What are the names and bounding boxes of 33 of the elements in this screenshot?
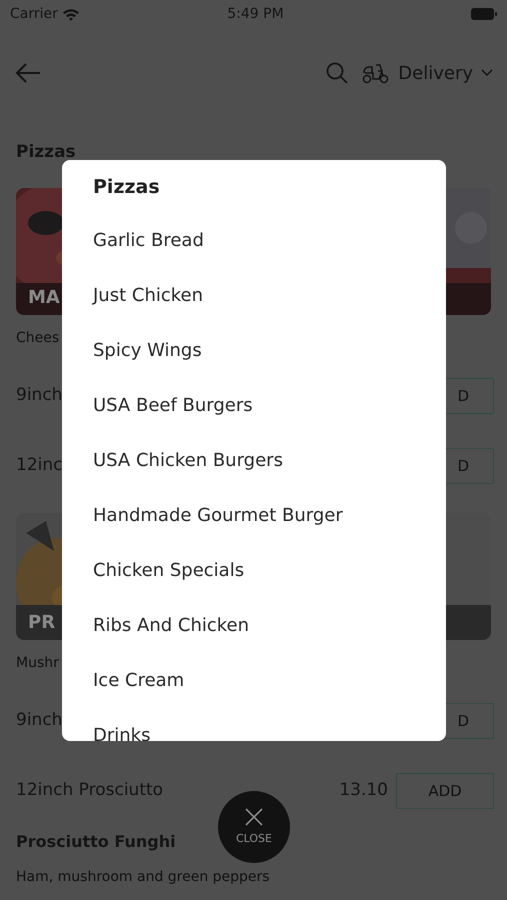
item-description: Ham, mushroom and green peppers <box>16 868 270 887</box>
category-item[interactable]: Ribs And Chicken <box>93 598 446 653</box>
menu-title: Pizzas <box>93 175 161 200</box>
category-item[interactable]: Just Chicken <box>93 268 446 323</box>
option-name: 12inch Prosciutto <box>16 779 164 802</box>
option-name: 9inch <box>16 709 62 732</box>
section-heading: Pizzas <box>16 142 77 164</box>
item-description: Chees <box>16 329 60 348</box>
back-arrow-icon[interactable] <box>14 63 42 83</box>
banner-text: MA <box>28 286 60 310</box>
close-button[interactable]: CLOSE <box>218 791 290 863</box>
category-item[interactable]: Garlic Bread <box>93 213 446 268</box>
close-icon <box>244 806 264 827</box>
category-item[interactable]: USA Chicken Burgers <box>93 433 446 488</box>
status-time: 5:49 PM <box>226 4 285 24</box>
battery-icon <box>471 8 497 20</box>
item-name: Prosciutto Funghi <box>16 831 176 853</box>
category-item[interactable]: Chicken Specials <box>93 543 446 598</box>
wifi-icon <box>62 8 80 20</box>
search-icon[interactable] <box>326 62 348 84</box>
banner-text: PR <box>28 611 56 635</box>
category-item[interactable]: Handmade Gourmet Burger <box>93 488 446 543</box>
option-name: 9inch <box>16 384 62 408</box>
category-item[interactable]: USA Beef Burgers <box>93 378 446 433</box>
category-item[interactable]: Spicy Wings <box>93 323 446 378</box>
option-price: 13.10 <box>339 779 388 802</box>
item-description: Mushr <box>16 654 59 673</box>
carrier-label: Carrier <box>10 4 58 24</box>
category-item[interactable]: Drinks <box>93 708 446 741</box>
category-item[interactable]: Ice Cream <box>93 653 446 708</box>
option-name: 12inc <box>16 454 62 478</box>
scooter-icon <box>362 62 390 84</box>
chevron-down-icon <box>481 69 493 77</box>
